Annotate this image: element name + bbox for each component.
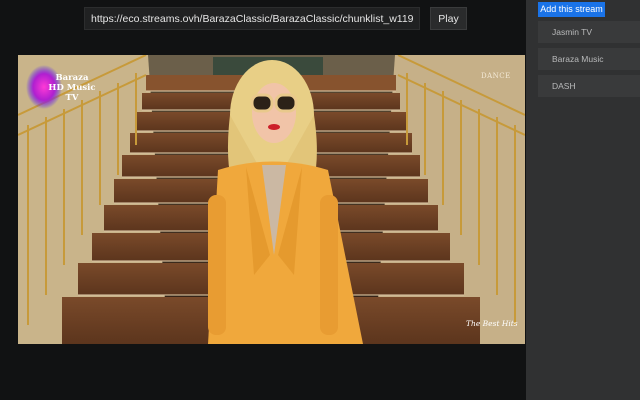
genre-tag: DANCE	[481, 72, 511, 80]
add-stream-button[interactable]: Add this stream	[538, 2, 605, 17]
overlay-caption: The Best Hits	[466, 319, 518, 328]
stream-item-jasmin-tv[interactable]: Jasmin TV	[538, 21, 640, 43]
stream-item-label: DASH	[552, 81, 576, 91]
stream-item-baraza-music[interactable]: Baraza Music	[538, 48, 640, 70]
stream-url-input[interactable]	[84, 7, 420, 30]
video-player[interactable]: Baraza HD Music TV DANCE The Best Hits	[18, 55, 525, 344]
channel-logo-text: Baraza HD Music TV	[48, 73, 96, 103]
play-button[interactable]: Play	[430, 7, 467, 30]
stream-item-dash[interactable]: DASH	[538, 75, 640, 97]
stream-item-label: Jasmin TV	[552, 27, 592, 37]
main-area: Play	[0, 0, 526, 400]
stream-item-label: Baraza Music	[552, 54, 604, 64]
